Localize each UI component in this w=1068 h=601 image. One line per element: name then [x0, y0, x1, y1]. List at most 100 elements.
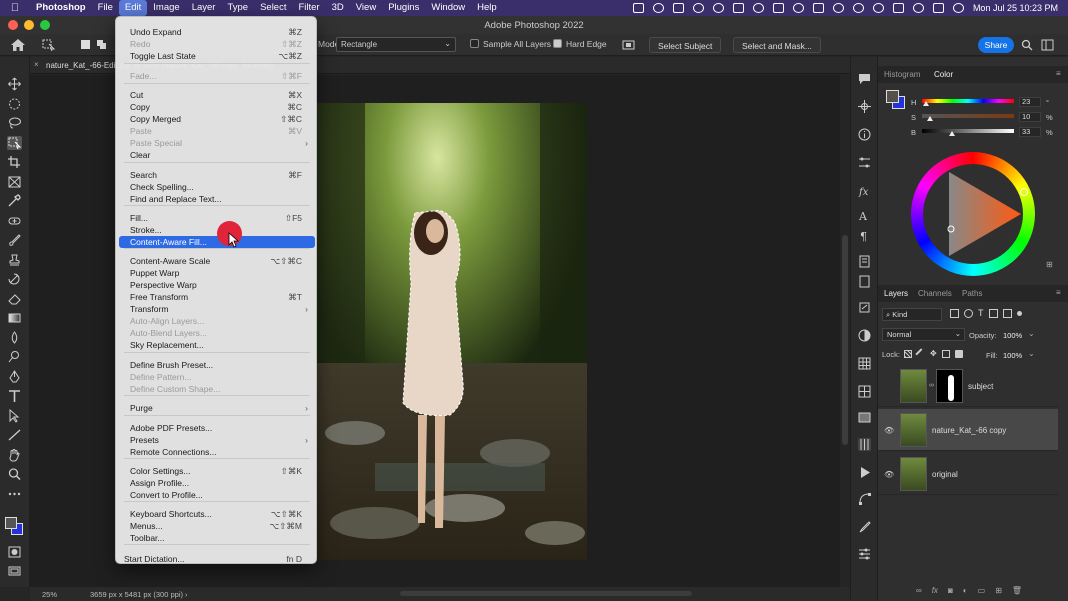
menu-item[interactable]: Clear [116, 149, 318, 161]
swatches-icon[interactable] [858, 357, 871, 370]
marquee-tool-icon[interactable] [7, 97, 22, 111]
menu-item[interactable]: Define Brush Preset... [116, 359, 318, 371]
brushes-icon[interactable] [858, 520, 871, 533]
fill-value[interactable]: 100% [1003, 351, 1022, 360]
layers-panel-menu-icon[interactable]: ≡ [1056, 288, 1061, 297]
link-layers-icon[interactable]: ∞ [916, 586, 922, 595]
brightness-slider[interactable] [922, 129, 1014, 133]
eyedropper-tool-icon[interactable] [7, 194, 22, 208]
menu-item[interactable]: Copy Merged ⇧⌘C [116, 113, 318, 125]
blur-tool-icon[interactable] [7, 331, 22, 345]
info-icon[interactable] [858, 128, 871, 141]
shape-filter-icon[interactable] [988, 309, 998, 318]
new-group-icon[interactable]: ▭ [978, 586, 986, 595]
user-icon[interactable] [872, 3, 884, 13]
saturation-slider[interactable] [922, 114, 1014, 118]
menu-item[interactable]: Copy ⌘C [116, 101, 318, 113]
add-style-icon[interactable]: fx [932, 586, 938, 595]
menu-item[interactable]: Purge › [116, 402, 318, 414]
lock-transparent-icon[interactable] [904, 350, 912, 358]
menu-app-name[interactable]: Photoshop [30, 0, 92, 16]
filter-toggle-icon[interactable] [1016, 311, 1022, 316]
color-triangle[interactable] [911, 152, 1035, 276]
menu-item[interactable]: Start Dictation... fn D [116, 553, 318, 565]
apple-icon[interactable]:  [0, 2, 30, 14]
tab-paths[interactable]: Paths [962, 289, 982, 298]
color-wheel[interactable] [911, 152, 1035, 276]
network-icon[interactable] [792, 3, 804, 13]
fill-chevron-icon[interactable]: ⌄ [1028, 349, 1035, 358]
quick-mask-icon[interactable] [7, 545, 22, 559]
layers-panel-icon[interactable] [858, 438, 871, 451]
menu-select[interactable]: Select [254, 0, 292, 16]
menu-filter[interactable]: Filter [292, 0, 325, 16]
crop-tool-icon[interactable] [7, 155, 22, 169]
new-selection-icon[interactable] [80, 39, 91, 50]
select-subject-button[interactable]: Select Subject [649, 37, 722, 53]
new-layer-icon[interactable]: ⊞ [995, 586, 1002, 595]
menu-view[interactable]: View [350, 0, 382, 16]
home-icon[interactable] [10, 38, 26, 52]
menu-item[interactable]: Assign Profile... [116, 477, 318, 489]
menu-item[interactable]: Find and Replace Text... [116, 193, 318, 205]
bluetooth-icon[interactable] [832, 3, 844, 13]
smart-object-filter-icon[interactable] [1002, 309, 1012, 318]
dodge-tool-icon[interactable] [7, 350, 22, 364]
eye-icon[interactable]: 👁 [884, 470, 894, 479]
menu-item[interactable]: Presets › [116, 434, 318, 446]
add-mask-icon[interactable]: ◙ [948, 586, 953, 595]
spotlight-search-icon[interactable] [912, 3, 924, 13]
menu-image[interactable]: Image [147, 0, 185, 16]
menu-item[interactable]: Fill... ⇧F5 [116, 212, 318, 224]
layer-name[interactable]: original [932, 470, 958, 479]
menu-item[interactable]: Remote Connections... [116, 446, 318, 458]
siri-icon[interactable] [952, 3, 964, 13]
foreground-color-chip[interactable] [886, 90, 899, 103]
properties-icon[interactable] [858, 156, 871, 169]
gradient-tool-icon[interactable] [7, 311, 22, 325]
hard-edge-checkbox[interactable] [553, 39, 562, 48]
move-tool-icon[interactable] [7, 77, 22, 91]
menu-item[interactable]: Color Settings... ⇧⌘K [116, 465, 318, 477]
horizontal-scrollbar[interactable] [400, 591, 692, 596]
libraries-icon[interactable] [858, 255, 871, 268]
menu-item[interactable]: Toolbar... [116, 532, 318, 544]
sample-all-layers-checkbox[interactable] [470, 39, 479, 48]
layer-filter-kind[interactable]: ⌕ Kind [882, 308, 942, 321]
menubar-datetime[interactable]: Mon Jul 25 10:23 PM [973, 3, 1058, 13]
clone-stamp-tool-icon[interactable] [7, 253, 22, 267]
adjustments-icon[interactable] [858, 329, 871, 342]
paths-icon[interactable] [858, 492, 871, 505]
history-brush-tool-icon[interactable] [7, 272, 22, 286]
adjustment-filter-icon[interactable] [964, 309, 973, 318]
mode-select[interactable]: Rectangle ⌄ [336, 37, 456, 52]
share-button[interactable]: Share [978, 37, 1014, 53]
screen-mode-icon[interactable] [7, 564, 22, 578]
trash-icon[interactable]: 🗑 [1012, 586, 1022, 595]
menu-item[interactable]: Adobe PDF Presets... [116, 422, 318, 434]
menu-item[interactable]: Menus... ⌥⇧⌘M [116, 520, 318, 532]
menu-item[interactable]: Puppet Warp [116, 267, 318, 279]
blend-mode-select[interactable]: Normal ⌄ [882, 328, 965, 341]
lock-image-icon[interactable] [915, 348, 927, 360]
lasso-tool-icon[interactable] [7, 116, 22, 130]
opacity-value[interactable]: 100% [1003, 331, 1022, 340]
menu-item[interactable]: Toggle Last State ⌥⌘Z [116, 50, 318, 62]
hue-slider-handle[interactable] [923, 101, 929, 106]
hue-slider[interactable] [922, 99, 1014, 103]
airplay-icon[interactable] [732, 3, 744, 13]
brush-tool-icon[interactable] [7, 233, 22, 247]
document-dimensions[interactable]: 3659 px x 5481 px (300 ppi) [90, 590, 183, 599]
wifi-icon[interactable] [852, 3, 864, 13]
styles-icon[interactable]: fx [858, 184, 871, 198]
menu-item[interactable]: Sky Replacement... [116, 339, 318, 351]
add-to-selection-icon[interactable] [96, 39, 107, 50]
search-icon[interactable] [1021, 39, 1033, 51]
menu-item[interactable]: Transform › [116, 303, 318, 315]
layer-row[interactable]: 👁 original [878, 453, 1058, 495]
layer-name[interactable]: nature_Kat_-66 copy [932, 426, 1006, 435]
menu-help[interactable]: Help [471, 0, 503, 16]
creative-cloud-icon[interactable] [652, 3, 664, 13]
object-selection-tool-icon[interactable] [7, 136, 22, 150]
battery-icon[interactable] [892, 3, 904, 13]
